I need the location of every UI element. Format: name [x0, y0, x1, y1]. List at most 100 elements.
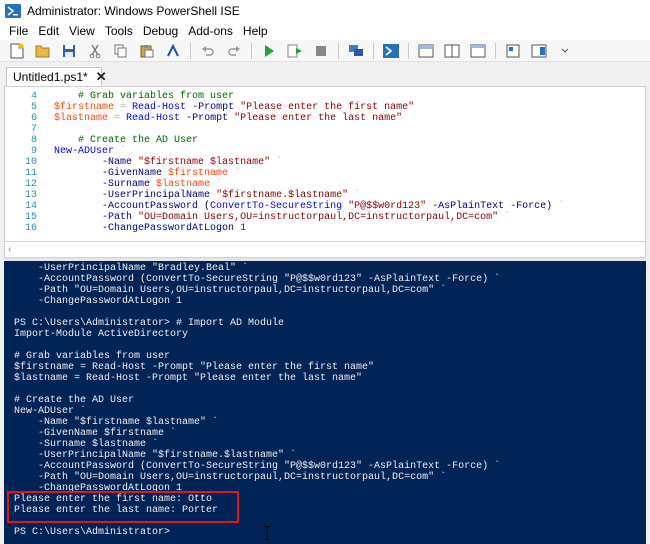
console-line: -Name "$firstname $lastname" ` — [14, 417, 219, 428]
cut-icon[interactable] — [86, 42, 104, 60]
code-token: -Prompt — [186, 113, 229, 124]
line-number: 14 — [24, 201, 37, 212]
line-number: 12 — [24, 179, 37, 190]
console-line: PS C:\Users\Administrator> — [14, 527, 171, 538]
menu-file[interactable]: File — [4, 24, 33, 38]
console-line: $lastname = Read-Host -Prompt "Please en… — [14, 373, 363, 384]
line-number: 7 — [30, 124, 37, 135]
undo-icon[interactable] — [199, 42, 217, 60]
scroll-left-icon[interactable]: ‹ — [8, 244, 11, 255]
toolbar-separator — [190, 42, 191, 59]
powershell-app-icon — [5, 4, 21, 18]
menu-debug[interactable]: Debug — [138, 24, 183, 38]
console-line: -Path "OU=Domain Users,OU=instructorpaul… — [14, 472, 447, 483]
editor-line: 5 $firstname = Read-Host -Prompt "Please … — [5, 102, 414, 113]
code-token: $lastname — [156, 179, 211, 190]
toolbar-separator — [251, 42, 252, 59]
menu-help[interactable]: Help — [238, 24, 273, 38]
editor-line: 13 -UserPrincipalName "$firstname.$lastn… — [5, 190, 360, 201]
code-token: ` — [114, 146, 127, 157]
menu-edit[interactable]: Edit — [33, 24, 64, 38]
redo-icon[interactable] — [225, 42, 243, 60]
code-token: -Name — [102, 157, 133, 168]
code-token: -Path — [102, 212, 133, 223]
code-token: ( — [198, 201, 211, 212]
close-icon[interactable]: ✕ — [96, 69, 107, 85]
console-line: -AccountPassword (ConvertTo-SecureString… — [14, 461, 501, 472]
title-bar: Administrator: Windows PowerShell ISE — [0, 0, 650, 22]
menu-bar: File Edit View Tools Debug Add-ons Help — [0, 22, 650, 40]
run-icon[interactable] — [260, 42, 278, 60]
script-editor[interactable]: 4 # Grab variables from user 5 $firstname … — [4, 86, 646, 242]
run-selection-icon[interactable] — [286, 42, 304, 60]
code-token: -Force — [510, 201, 547, 212]
code-token: ` — [552, 201, 565, 212]
code-token: 1 — [240, 223, 247, 234]
code-token: ` — [270, 157, 283, 168]
code-token: ` — [228, 168, 241, 179]
powershell-icon[interactable] — [382, 42, 400, 60]
toolbar-overflow-icon[interactable] — [556, 42, 574, 60]
tab-label: Untitled1.ps1* — [13, 70, 88, 84]
line-number: 16 — [24, 223, 37, 234]
code-token: "P@$$w0rd123" — [348, 201, 427, 212]
console-line: PS C:\Users\Administrator> # Import AD M… — [14, 318, 285, 329]
line-number: 9 — [30, 146, 37, 157]
remote-icon[interactable] — [347, 42, 365, 60]
line-number: 11 — [24, 168, 37, 179]
layout-top-icon[interactable] — [417, 42, 435, 60]
menu-tools[interactable]: Tools — [100, 24, 138, 38]
editor-line: 14 -AccountPassword (ConvertTo-SecureStr… — [5, 201, 564, 212]
code-token: "Please enter the first name" — [240, 102, 415, 113]
code-token: "OU=Domain Users,OU=instructorpaul,DC=in… — [138, 212, 499, 223]
commands-icon[interactable] — [504, 42, 522, 60]
editor-horizontal-scrollbar[interactable]: ‹ — [4, 242, 646, 258]
toolbar-separator — [338, 42, 339, 59]
paste-icon[interactable] — [138, 42, 156, 60]
code-token: "$firstname $lastname" — [138, 157, 271, 168]
line-number: 13 — [24, 190, 37, 201]
code-token: = — [114, 102, 133, 113]
console-line: $firstname = Read-Host -Prompt "Please e… — [14, 362, 375, 373]
editor-line: 9 New-ADUser ` — [5, 146, 126, 157]
layout-max-icon[interactable] — [469, 42, 487, 60]
console-line: -Path "OU=Domain Users,OU=instructorpaul… — [14, 285, 447, 296]
line-number: 8 — [30, 135, 37, 146]
open-icon[interactable] — [34, 42, 52, 60]
editor-line: 11 -GivenName $firstname ` — [5, 168, 240, 179]
code-token: $firstname — [54, 102, 115, 113]
stop-icon[interactable] — [312, 42, 330, 60]
copy-icon[interactable] — [112, 42, 130, 60]
line-number: 6 — [30, 113, 37, 124]
editor-line: 8 # Create the AD User — [5, 135, 198, 146]
console-line: -UserPrincipalName "$firstname.$lastname… — [14, 450, 297, 461]
annotation-highlight-box — [7, 491, 239, 523]
code-token: -AccountPassword — [102, 201, 199, 212]
addon-icon[interactable] — [530, 42, 548, 60]
console-line: -AccountPassword (ConvertTo-SecureString… — [14, 274, 501, 285]
code-token: ConvertTo-SecureString — [210, 201, 343, 212]
tab-untitled1[interactable]: Untitled1.ps1* ✕ — [6, 67, 107, 86]
save-icon[interactable] — [60, 42, 78, 60]
toolbar-separator — [373, 42, 374, 59]
line-number: 5 — [30, 102, 37, 113]
menu-addons[interactable]: Add-ons — [183, 24, 238, 38]
clear-console-icon[interactable] — [164, 42, 182, 60]
code-token: -UserPrincipalName — [102, 190, 211, 201]
new-file-icon[interactable] — [8, 42, 26, 60]
layout-right-icon[interactable] — [443, 42, 461, 60]
line-number: 10 — [24, 157, 37, 168]
code-token: ` — [498, 212, 511, 223]
code-token: Read-Host — [126, 113, 181, 124]
code-token: # Grab variables from user — [78, 91, 235, 102]
editor-line: 15 -Path "OU=Domain Users,OU=instructorp… — [5, 212, 510, 223]
menu-view[interactable]: View — [64, 24, 100, 38]
